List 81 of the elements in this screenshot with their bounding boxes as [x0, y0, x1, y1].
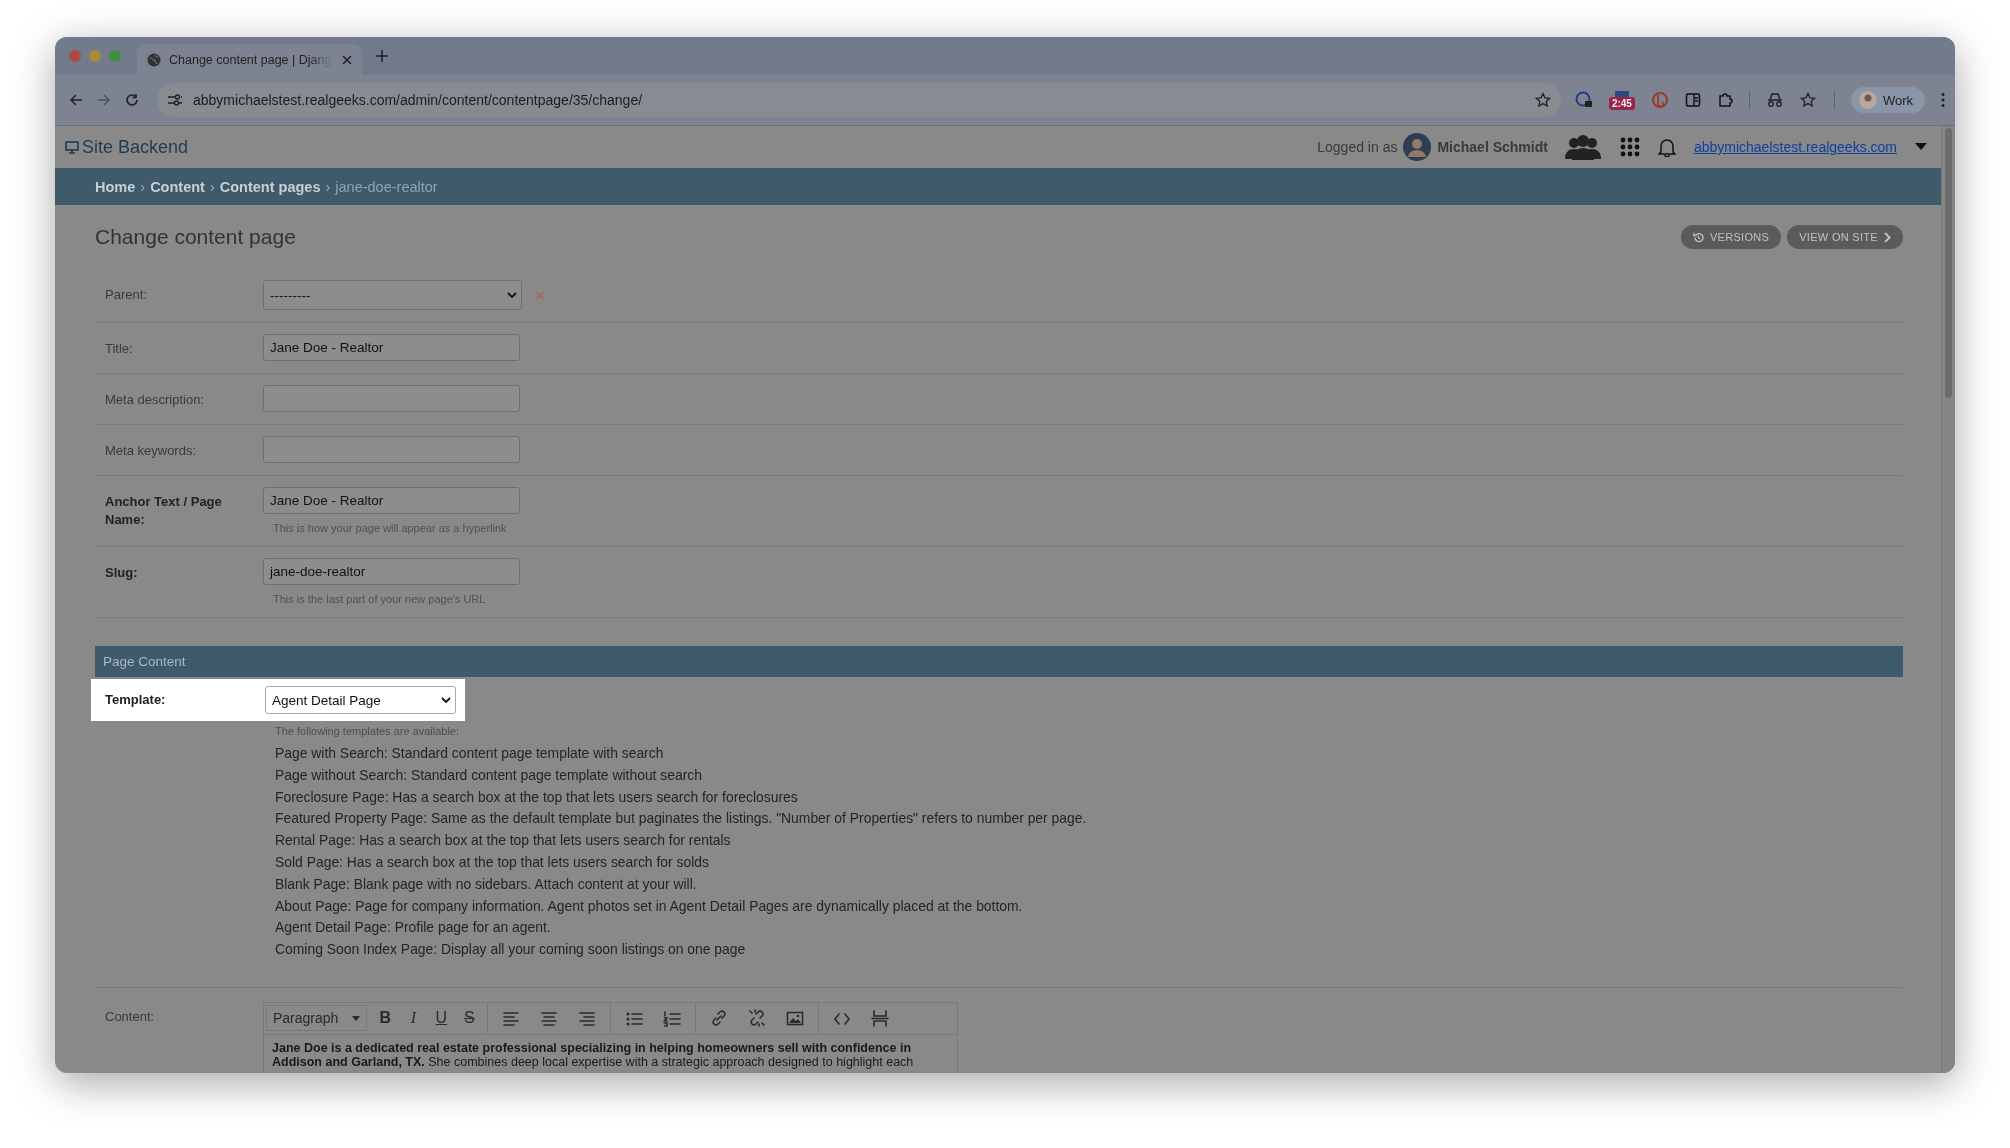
back-icon[interactable] [69, 93, 83, 107]
caret-icon [352, 1015, 361, 1021]
reading-list-icon[interactable] [1684, 92, 1701, 108]
site-link[interactable]: abbymichaelstest.realgeeks.com [1693, 139, 1897, 155]
template-description: Page without Search: Standard content page template without search [275, 765, 704, 785]
user-avatar [1403, 133, 1432, 161]
underline-button[interactable]: U [431, 1009, 452, 1028]
chevron-down-icon [507, 291, 517, 299]
template-select[interactable]: Agent Detail Page [265, 686, 456, 714]
text-field[interactable]: Jane Doe - Realtor [263, 487, 520, 514]
parent-select[interactable]: --------- [263, 280, 522, 310]
field-label: Meta description: [105, 391, 205, 409]
new-tab-icon[interactable] [376, 50, 388, 62]
address-bar[interactable]: abbymichaelstest.realgeeks.com/admin/content/contentpage/35/change/ [157, 83, 1561, 117]
logged-in-label: Logged in as [1317, 139, 1398, 155]
field-label: Title: [105, 340, 134, 358]
password-lock-icon[interactable] [1574, 91, 1593, 109]
template-description: Blank Page: Blank page with no sidebars. Attach content at your will. [275, 874, 698, 894]
breadcrumb-separator: › [140, 178, 146, 195]
breadcrumb-link[interactable]: Content [150, 178, 205, 195]
text-field[interactable]: jane-doe-realtor [263, 558, 520, 585]
template-description: Rental Page: Has a search box at the top that lets users search for rentals [275, 831, 732, 851]
rich-text-editor[interactable] [263, 1001, 958, 1073]
versions-button[interactable]: VERSIONS [1680, 225, 1782, 249]
view-on-site-button[interactable]: VIEW ON SITE [1787, 225, 1903, 249]
template-description: Agent Detail Page: Profile page for an agent. [275, 918, 552, 938]
breadcrumb-separator: › [325, 178, 331, 195]
text-field[interactable] [263, 385, 520, 412]
template-description: Foreclosure Page: Has a search box at the top that lets users search for foreclosures [275, 787, 799, 807]
globe-icon [147, 52, 161, 67]
help-text: The following templates are available: [275, 725, 461, 737]
bold-button[interactable]: B [375, 1009, 396, 1028]
timer-badge[interactable]: 2:45 [1608, 96, 1635, 110]
chevron-down-icon [441, 696, 451, 704]
site-settings-icon[interactable] [167, 93, 183, 107]
section-header: Page Content [95, 646, 1903, 677]
reload-icon[interactable] [125, 93, 139, 107]
format-dropdown[interactable]: Paragraph [266, 1005, 368, 1032]
numbered-list-icon[interactable] [662, 1008, 683, 1029]
field-label: Template: [105, 691, 167, 709]
apps-grid-icon[interactable] [1619, 137, 1640, 157]
chevron-right-icon [1884, 231, 1891, 243]
field-label: Slug: [105, 564, 139, 582]
editor-text: Jane Doe is a dedicated real estate professional specializing in helping homeowners sell with confidence in Addison and Garland, TX. She combines deep local expertise with a strategic approach designed to highlight each [271, 1039, 915, 1071]
url-text: abbymichaelstest.realgeeks.com/admin/content/contentpage/35/change/ [193, 92, 644, 108]
more-menu-icon[interactable] [1941, 92, 1945, 108]
template-description: Coming Soon Index Page: Display all your coming soon listings on one page [275, 940, 747, 960]
breadcrumb-separator: › [209, 178, 215, 195]
dropdown-caret-icon[interactable] [1915, 143, 1927, 151]
server-icon[interactable] [1612, 90, 1631, 97]
template-description: Page with Search: Standard content page template with search [275, 744, 665, 763]
broken-link-icon[interactable] [747, 1008, 768, 1029]
breadcrumb-link[interactable]: Home [95, 178, 136, 195]
field-label: Content: [105, 1007, 156, 1026]
breadcrumb-link[interactable]: Content pages [219, 178, 321, 195]
template-description: About Page: Page for company information. Agent photos set in Agent Detail Pages are dynamically placed at the bottom. [275, 896, 1024, 916]
scrollbar[interactable] [1941, 126, 1955, 1073]
close-icon[interactable] [342, 54, 352, 65]
text-field[interactable] [263, 436, 520, 463]
users-icon[interactable] [1563, 134, 1602, 160]
field-label: Anchor Text / Page Name: [105, 493, 223, 529]
template-description: Featured Property Page: Same as the default template but paginates the listings. "Number of Properties" refers to number per page. [275, 809, 1088, 829]
site-title[interactable]: Site Backend [82, 136, 189, 158]
bookmarks-star-icon[interactable] [1799, 92, 1818, 108]
bell-icon[interactable] [1657, 137, 1676, 157]
strikethrough-button[interactable]: S [459, 1009, 480, 1028]
incognito-icon[interactable] [1765, 92, 1784, 108]
history-icon [1692, 231, 1704, 243]
template-description: Sold Page: Has a search box at the top that lets users search for solds [275, 853, 710, 872]
bookmark-star-icon[interactable] [1534, 92, 1551, 108]
profile-button[interactable]: Work [1850, 87, 1925, 113]
extensions-icon[interactable] [1716, 92, 1733, 108]
avatar-icon [1858, 91, 1877, 109]
field-label: Parent: [105, 286, 148, 304]
page-title: Change content page [95, 225, 297, 249]
text-field[interactable]: Jane Doe - Realtor [263, 334, 520, 361]
monitor-icon [65, 140, 79, 154]
user-name: Michael Schmidt [1437, 139, 1548, 155]
italic-button[interactable]: I [403, 1009, 424, 1028]
page-break-icon[interactable] [870, 1008, 891, 1029]
field-label: Meta keywords: [105, 442, 198, 460]
